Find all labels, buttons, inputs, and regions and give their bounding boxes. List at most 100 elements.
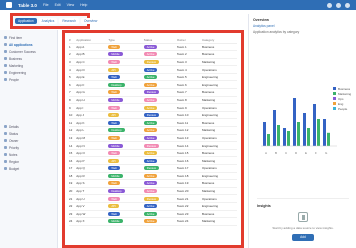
table-cell: 22 <box>69 202 77 211</box>
sidebar-item-all[interactable]: All applications <box>4 41 53 48</box>
table-cell: Active <box>143 80 177 90</box>
type-chip: Web <box>108 166 121 171</box>
table-cell: Marketing <box>202 217 237 226</box>
sidebar-item-engineering[interactable]: Engineering <box>4 69 53 76</box>
sidebar-item-marketing[interactable]: Marketing <box>4 62 53 69</box>
chart-bar <box>307 128 310 146</box>
table-row[interactable]: 3 App C Web Review Team 3 Marketing <box>69 58 237 67</box>
detail-label: Region <box>9 159 20 164</box>
table-row[interactable]: 17 App Q Web Review Team 17 Operations <box>69 164 237 173</box>
table-cell: Team 19 <box>176 179 203 188</box>
chart-bar <box>267 134 270 146</box>
table-cell: Marketing <box>202 156 237 165</box>
table-cell: Engineering <box>202 202 237 211</box>
table-cell: 5 <box>69 73 77 82</box>
table-cell: Web <box>108 134 144 143</box>
user-avatar[interactable] <box>345 2 350 8</box>
table-row[interactable]: 9 App I Web Active Team 9 Operations <box>69 103 237 112</box>
type-chip: Web <box>108 120 121 125</box>
list-icon <box>4 50 7 53</box>
legend-label: Eng <box>338 101 344 106</box>
sidebar-item-people[interactable]: People <box>4 76 53 83</box>
table-row[interactable]: 8 App H Mobile Active Team 8 Marketing <box>69 96 237 105</box>
table-cell: Active <box>143 149 177 158</box>
table-row[interactable]: 22 App V API Active Team 22 Engineering <box>69 202 237 211</box>
table-row[interactable]: 20 App T Desktop Active Team 20 Marketing <box>69 187 237 196</box>
chart-bar <box>293 98 296 146</box>
table-cell: Team 6 <box>176 80 203 90</box>
add-button[interactable]: Add <box>292 234 314 241</box>
table-row[interactable]: 23 App W Web Active Team 23 Business <box>69 210 237 219</box>
menu-view[interactable]: View <box>67 3 75 7</box>
legend-item: People <box>333 106 351 111</box>
type-chip: Mobile <box>108 143 123 148</box>
table-row[interactable]: 11 App K Web Active Team 11 Business <box>69 118 237 128</box>
table-row[interactable]: 14 App N Mobile Review Team 14 Engineering <box>69 141 237 150</box>
detail-item[interactable]: Budget <box>4 165 53 172</box>
x-tick-label: F <box>315 151 317 155</box>
tab-research[interactable]: Research <box>59 18 80 24</box>
table-cell: Active <box>143 65 177 74</box>
list-icon <box>4 57 7 60</box>
type-chip: Web <box>108 181 121 186</box>
settings-icon[interactable] <box>336 2 341 8</box>
table-cell: App X <box>76 217 109 226</box>
table-row[interactable]: 16 App P API Active Team 16 Marketing <box>69 156 237 165</box>
notifications-icon[interactable] <box>327 2 332 8</box>
menu-edit[interactable]: Edit <box>55 3 61 7</box>
menu-file[interactable]: File <box>43 3 49 7</box>
menu-help[interactable]: Help <box>80 3 87 7</box>
table-cell: App M <box>76 134 109 143</box>
table-row[interactable]: 15 App O Web Active Team 15 Business <box>69 149 237 158</box>
checkbox-icon <box>4 160 7 163</box>
tabs-highlight-box: Application Analytics Research Overview <box>10 13 101 29</box>
detail-item[interactable]: Status <box>4 130 53 137</box>
table-row[interactable]: 4 App D API Active Team 4 Operations <box>69 65 237 74</box>
table-cell: App P <box>76 156 109 165</box>
table-cell: Marketing <box>202 96 237 105</box>
table-cell: App U <box>76 194 109 203</box>
table-row[interactable]: 2 App B Mobile Active Team 2 Business <box>69 50 237 59</box>
status-chip: Review <box>143 196 159 201</box>
table-row[interactable]: 7 App G Web Review Team 7 Business <box>69 88 237 97</box>
analytics-link[interactable]: Analytics panel <box>253 24 274 28</box>
detail-item[interactable]: Notes <box>4 151 53 158</box>
table-cell: Web <box>108 103 144 112</box>
table-row[interactable]: 24 App X Mobile Active Team 24 Marketing <box>69 217 237 226</box>
table-cell: Team 1 <box>176 43 203 52</box>
detail-item[interactable]: Region <box>4 158 53 165</box>
table-row[interactable]: 1 App A Web Active Team 1 Business <box>69 43 237 52</box>
tab-application[interactable]: Application <box>15 18 37 24</box>
sidebar-item-business[interactable]: Business <box>4 55 53 62</box>
detail-item[interactable]: Priority <box>4 144 53 151</box>
table-cell: App J <box>76 111 109 120</box>
table-cell: Team 20 <box>176 187 203 196</box>
search-input[interactable]: Find item <box>4 34 53 41</box>
table-cell: 9 <box>69 103 77 112</box>
table-cell: Operations <box>202 194 237 203</box>
detail-item[interactable]: Details <box>4 123 53 130</box>
table-cell: Active <box>143 202 177 211</box>
table-cell: Team 3 <box>176 58 203 67</box>
table-row[interactable]: 6 App F Desktop Active Team 6 Engineering <box>69 80 237 90</box>
type-chip: Web <box>108 196 121 201</box>
table-cell: App Q <box>76 164 109 173</box>
tab-analytics[interactable]: Analytics <box>38 18 58 24</box>
table-row[interactable]: 12 App L Desktop Active Team 12 Marketing <box>69 126 237 135</box>
list-icon <box>4 78 7 81</box>
table-row[interactable]: 13 App M Web Active Team 13 Operations <box>69 134 237 143</box>
table-row[interactable]: 19 App S Web Active Team 19 Business <box>69 179 237 188</box>
table-row[interactable]: 21 App U Web Review Team 21 Operations <box>69 194 237 203</box>
table-row[interactable]: 10 App J API Review Team 10 Engineering <box>69 111 237 120</box>
table-cell: App I <box>76 103 109 112</box>
table-cell: App S <box>76 179 109 188</box>
table-row[interactable]: 18 App R Mobile Active Team 18 Engineering <box>69 172 237 181</box>
table-cell: Engineering <box>202 111 237 120</box>
table-cell: Active <box>143 172 177 181</box>
table-cell: App W <box>76 210 109 219</box>
table-cell: Web <box>108 73 144 82</box>
detail-item[interactable]: Owner <box>4 137 53 144</box>
sidebar-item-customer-success[interactable]: Customer Success <box>4 48 53 55</box>
tab-overview[interactable]: Overview <box>81 18 101 24</box>
table-row[interactable]: 5 App E Web Active Team 5 Engineering <box>69 73 237 82</box>
